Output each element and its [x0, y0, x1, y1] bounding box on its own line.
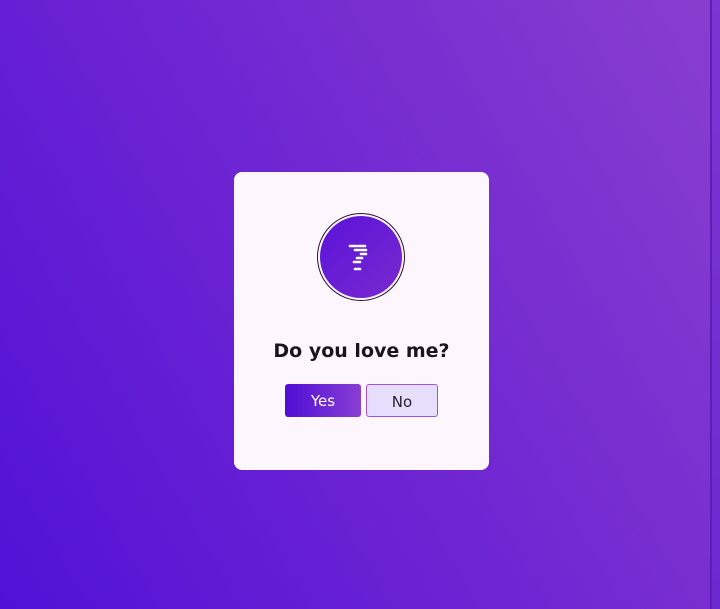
yes-button[interactable]: Yes	[285, 384, 361, 417]
dialog-card: Do you love me? Yes No	[234, 172, 489, 470]
page-edge-strip	[710, 0, 720, 609]
dialog-question: Do you love me?	[273, 340, 450, 362]
no-button[interactable]: No	[366, 384, 438, 417]
logo-badge	[317, 213, 405, 301]
question-mark-icon	[320, 216, 402, 298]
